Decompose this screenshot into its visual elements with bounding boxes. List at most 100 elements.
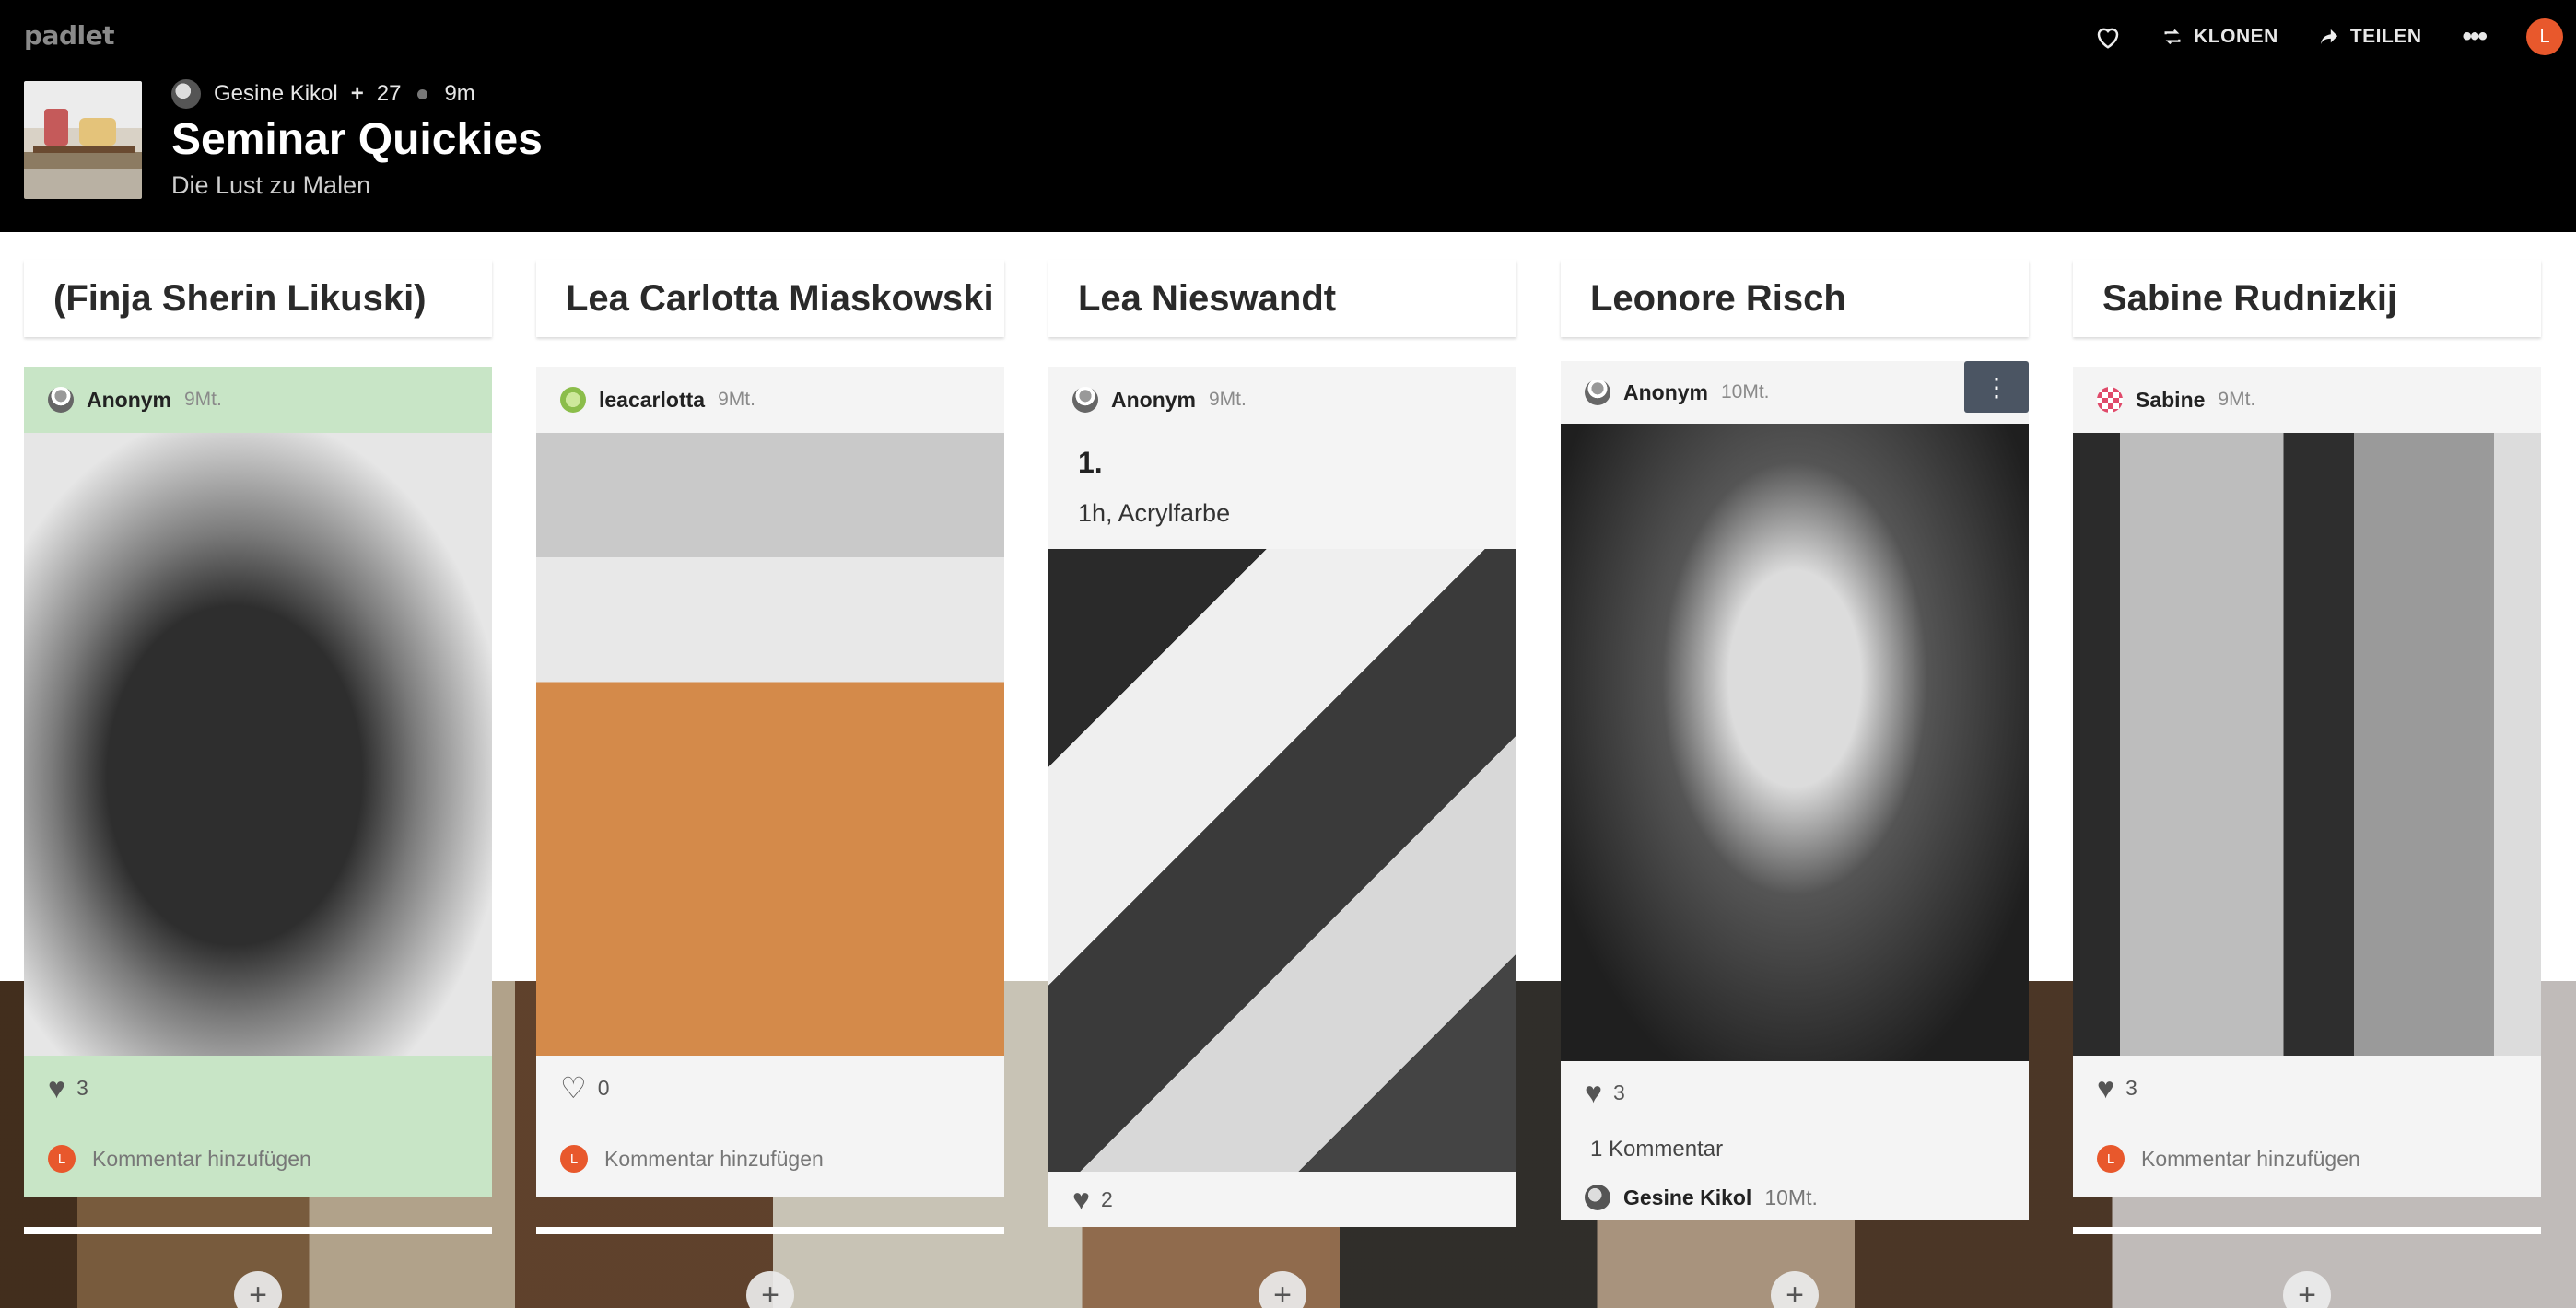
- more-vertical-icon: ⋮: [1984, 372, 2009, 402]
- post-card[interactable]: Anonym 9Mt. 1. 1h, Acrylfarbe ♥ 2: [1048, 367, 1516, 1227]
- more-options-button[interactable]: •••: [2462, 21, 2487, 53]
- column-lea-nieswandt: Lea Nieswandt Anonym 9Mt. 1. 1h, Acrylfa…: [1048, 260, 1516, 1227]
- column-finja: (Finja Sherin Likuski) Anonym 9Mt. ♥ 3 L…: [24, 260, 492, 1197]
- page-title: Seminar Quickies: [171, 115, 543, 164]
- commenter-avatar: L: [48, 1145, 76, 1173]
- anonymous-avatar: [48, 387, 74, 413]
- clone-button[interactable]: KLONEN: [2162, 26, 2278, 48]
- post-image[interactable]: [2073, 433, 2541, 1056]
- author-avatar: [171, 79, 201, 109]
- heart-filled-icon[interactable]: ♥: [1072, 1185, 1090, 1214]
- post-header: Anonym 9Mt.: [24, 367, 492, 433]
- padlet-logo[interactable]: padlet: [24, 20, 114, 51]
- post-image[interactable]: [1561, 424, 2029, 1061]
- comment-placeholder: Kommentar hinzufügen: [2141, 1146, 2360, 1171]
- column-footer-bar: [2073, 1227, 2541, 1234]
- post-header: leacarlotta 9Mt.: [536, 367, 1004, 433]
- heart-outline-icon: [2097, 28, 2119, 49]
- post-card[interactable]: Anonym 10Mt. ⋮ ♥ 3 1 Kommentar Gesine Ki…: [1561, 361, 2029, 1220]
- post-card[interactable]: Anonym 9Mt. ♥ 3 L Kommentar hinzufügen: [24, 367, 492, 1197]
- like-row: ♥ 3: [24, 1056, 492, 1120]
- column-sabine: Sabine Rudnizkij Sabine 9Mt. ♥ 3 L Komme…: [2073, 260, 2541, 1197]
- post-header: Anonym 9Mt.: [1048, 367, 1516, 433]
- commenter-avatar: L: [560, 1145, 588, 1173]
- column-lea-carlotta: Lea Carlotta Miaskowski leacarlotta 9Mt.…: [536, 260, 1004, 1197]
- commenter-name: Gesine Kikol: [1623, 1185, 1752, 1209]
- board-age: 9m: [444, 81, 475, 106]
- column-title[interactable]: Lea Nieswandt: [1048, 260, 1516, 337]
- like-count: 3: [2125, 1075, 2137, 1100]
- user-avatar[interactable]: L: [2526, 18, 2563, 55]
- post-time: 9Mt.: [1209, 389, 1247, 410]
- comment-time: 10Mt.: [1764, 1185, 1818, 1209]
- heart-filled-icon[interactable]: ♥: [1585, 1078, 1602, 1107]
- post-author: Anonym: [1623, 380, 1708, 404]
- column-title[interactable]: Sabine Rudnizkij: [2073, 260, 2541, 337]
- board-header: padlet KLONEN TEILEN ••• L Gesine Kikol …: [0, 0, 2576, 232]
- separator-dot: [417, 88, 428, 99]
- like-count: 2: [1101, 1186, 1113, 1211]
- column-footer-bar: [24, 1227, 492, 1234]
- share-label: TEILEN: [2349, 26, 2422, 47]
- comment-count[interactable]: 1 Kommentar: [1561, 1124, 2029, 1175]
- column-footer-bar: [536, 1227, 1004, 1234]
- post-time: 9Mt.: [718, 389, 755, 410]
- column-leonore: Leonore Risch Anonym 10Mt. ⋮ ♥ 3 1 Komme…: [1561, 260, 2029, 1220]
- post-author: leacarlotta: [599, 387, 706, 412]
- like-count: 3: [1613, 1080, 1625, 1104]
- anonymous-avatar: [1072, 387, 1098, 413]
- post-header: Anonym 10Mt.: [1561, 361, 2029, 424]
- user-avatar: [2097, 387, 2123, 413]
- add-comment[interactable]: L Kommentar hinzufügen: [536, 1120, 1004, 1197]
- like-row: ♥ 2: [1048, 1172, 1516, 1227]
- commenter-avatar: [1585, 1185, 1610, 1210]
- like-row: ♡ 0: [536, 1056, 1004, 1120]
- post-image[interactable]: [536, 433, 1004, 1056]
- post-options-button[interactable]: ⋮: [1964, 361, 2029, 413]
- post-title: 1.: [1078, 446, 1103, 479]
- add-comment[interactable]: L Kommentar hinzufügen: [2073, 1120, 2541, 1197]
- like-count: 3: [76, 1075, 88, 1100]
- post-time: 10Mt.: [1721, 381, 1770, 403]
- more-horizontal-icon: •••: [2462, 21, 2487, 52]
- post-body: 1h, Acrylfarbe: [1078, 499, 1231, 527]
- board-meta: Gesine Kikol + 27 9m: [171, 79, 475, 109]
- like-row: ♥ 3: [1561, 1061, 2029, 1124]
- column-title[interactable]: Leonore Risch: [1561, 260, 2029, 337]
- comment-item: Gesine Kikol 10Mt.: [1561, 1175, 2029, 1220]
- add-comment[interactable]: L Kommentar hinzufügen: [24, 1120, 492, 1197]
- post-card[interactable]: leacarlotta 9Mt. ♡ 0 L Kommentar hinzufü…: [536, 367, 1004, 1197]
- author-name[interactable]: Gesine Kikol: [214, 81, 338, 107]
- heart-outline-icon[interactable]: ♡: [560, 1073, 587, 1103]
- post-image[interactable]: [24, 433, 492, 1056]
- post-header: Sabine 9Mt.: [2073, 367, 2541, 433]
- post-author: Anonym: [87, 387, 171, 412]
- share-button[interactable]: TEILEN: [2319, 26, 2422, 48]
- post-time: 9Mt.: [184, 389, 222, 410]
- like-row: ♥ 3: [2073, 1056, 2541, 1120]
- comment-placeholder: Kommentar hinzufügen: [92, 1146, 311, 1171]
- post-author: Sabine: [2136, 387, 2206, 412]
- plus-icon: +: [350, 81, 364, 106]
- post-image[interactable]: [1048, 549, 1516, 1172]
- post-time: 9Mt.: [2218, 389, 2256, 410]
- column-title[interactable]: (Finja Sherin Likuski): [24, 260, 492, 337]
- post-author: Anonym: [1111, 387, 1196, 412]
- clone-label: KLONEN: [2194, 26, 2278, 47]
- heart-filled-icon[interactable]: ♥: [2097, 1073, 2114, 1103]
- repeat-icon: [2164, 29, 2181, 45]
- post-card[interactable]: Sabine 9Mt. ♥ 3 L Kommentar hinzufügen: [2073, 367, 2541, 1197]
- user-avatar: [560, 387, 586, 413]
- page-subtitle: Die Lust zu Malen: [171, 171, 371, 199]
- comment-placeholder: Kommentar hinzufügen: [604, 1146, 824, 1171]
- commenter-avatar: L: [2097, 1145, 2125, 1173]
- share-arrow-icon: [2320, 29, 2337, 45]
- contributors-count: 27: [376, 81, 402, 106]
- heart-filled-icon[interactable]: ♥: [48, 1073, 65, 1103]
- board-thumbnail: [24, 81, 142, 199]
- like-board-button[interactable]: [2094, 24, 2122, 50]
- top-actions: KLONEN TEILEN ••• L: [2094, 17, 2576, 57]
- like-count: 0: [597, 1075, 610, 1100]
- anonymous-avatar: [1585, 380, 1610, 405]
- column-title[interactable]: Lea Carlotta Miaskowski: [536, 260, 1004, 337]
